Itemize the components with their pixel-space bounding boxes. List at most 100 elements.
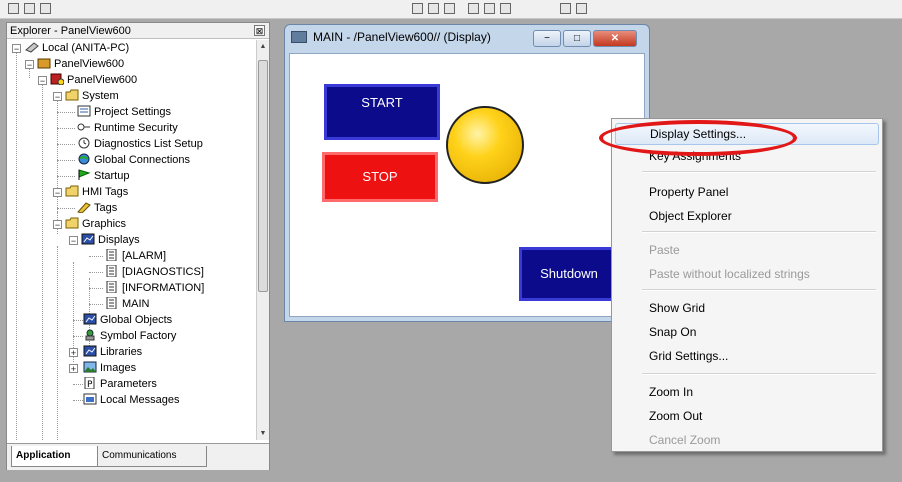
- scroll-up-arrow-icon[interactable]: ▲: [257, 40, 269, 53]
- menu-separator: [642, 289, 876, 291]
- expander-graphics[interactable]: −: [53, 220, 62, 230]
- scroll-down-arrow-icon[interactable]: ▼: [257, 427, 269, 440]
- tree-item-images[interactable]: Images: [83, 360, 136, 376]
- tree-item-global-objects[interactable]: Global Objects: [83, 312, 172, 328]
- toolbar-save-icon[interactable]: [40, 3, 51, 14]
- svg-text:P: P: [87, 380, 93, 389]
- tree-item-local-messages[interactable]: Local Messages: [83, 392, 180, 408]
- tree-item-label: PanelView600: [54, 58, 125, 70]
- parameters-icon: P: [83, 376, 97, 390]
- tree-item-label: Libraries: [100, 346, 143, 358]
- tree-item-parameters[interactable]: P Parameters: [83, 376, 157, 392]
- toolbar-copy-icon[interactable]: [428, 3, 439, 14]
- toolbar-test-icon[interactable]: [560, 3, 571, 14]
- tree-item-system[interactable]: System: [65, 88, 119, 104]
- minimize-button[interactable]: −: [533, 30, 561, 47]
- tree-item-tags[interactable]: Tags: [77, 200, 117, 216]
- expander-hmi-tags[interactable]: −: [53, 188, 62, 198]
- folder-icon: [65, 217, 79, 229]
- tree-item-startup[interactable]: Startup: [77, 168, 129, 184]
- tree-item-diagnostics[interactable]: [DIAGNOSTICS]: [105, 264, 204, 280]
- tree-item-label: System: [82, 90, 119, 102]
- expander-project[interactable]: −: [25, 60, 34, 70]
- tree-item-displays[interactable]: Displays: [81, 232, 140, 248]
- maximize-button[interactable]: □: [563, 30, 591, 47]
- tree-item-symbol-factory[interactable]: Symbol Factory: [83, 328, 176, 344]
- toolbar-zoom-icon[interactable]: [500, 3, 511, 14]
- tree-item-diagnostics-list-setup[interactable]: Diagnostics List Setup: [77, 136, 203, 152]
- tree-item-project-settings[interactable]: Project Settings: [77, 104, 171, 120]
- tree-item-label: Images: [100, 362, 137, 374]
- tree-item-label: [DIAGNOSTICS]: [122, 266, 204, 278]
- tree-item-label: HMI Tags: [82, 186, 129, 198]
- indicator-lamp[interactable]: [446, 106, 524, 184]
- toolbar-open-icon[interactable]: [24, 3, 35, 14]
- tree-item-label: Symbol Factory: [100, 330, 177, 342]
- explorer-close-icon[interactable]: ⊠: [254, 25, 265, 36]
- toolbar-paste-icon[interactable]: [444, 3, 455, 14]
- context-menu: Display Settings... Key Assignments Prop…: [611, 118, 883, 452]
- expander-local[interactable]: −: [12, 44, 21, 54]
- flag-icon: [77, 169, 91, 181]
- scroll-thumb[interactable]: [258, 60, 268, 292]
- tree-item-label: Parameters: [100, 378, 157, 390]
- display-window: MAIN - /PanelView600// (Display) − □ ✕ S…: [284, 24, 650, 322]
- tree-item-terminal[interactable]: PanelView600: [50, 72, 137, 88]
- tree-item-local[interactable]: Local (ANITA-PC): [25, 40, 129, 56]
- tree-item-project[interactable]: PanelView600: [37, 56, 124, 72]
- explorer-title-text: Explorer - PanelView600: [10, 25, 131, 37]
- tree-item-label: Displays: [98, 234, 140, 246]
- tree-item-label: Tags: [94, 202, 118, 214]
- tree-item-alarm[interactable]: [ALARM]: [105, 248, 166, 264]
- toolbar-run-icon[interactable]: [576, 3, 587, 14]
- toolbar-align-icon[interactable]: [468, 3, 479, 14]
- toolbar: [0, 0, 902, 19]
- tab-communications[interactable]: Communications: [97, 446, 207, 467]
- project-icon: [37, 57, 51, 69]
- expander-images[interactable]: +: [69, 364, 78, 374]
- menu-item-object-explorer[interactable]: Object Explorer: [615, 205, 879, 227]
- document-icon: [105, 248, 119, 262]
- tree-item-label: Global Objects: [100, 314, 173, 326]
- shutdown-button[interactable]: Shutdown: [519, 247, 619, 301]
- clock-icon: [77, 137, 91, 149]
- expander-system[interactable]: −: [53, 92, 62, 102]
- tree-item-runtime-security[interactable]: Runtime Security: [77, 120, 178, 136]
- toolbar-cut-icon[interactable]: [412, 3, 423, 14]
- expander-displays[interactable]: −: [69, 236, 78, 246]
- menu-item-cancel-zoom: Cancel Zoom: [649, 433, 721, 447]
- tree-item-main[interactable]: MAIN: [105, 296, 150, 312]
- tree-item-label: Project Settings: [94, 106, 172, 118]
- start-button-label: START: [361, 95, 403, 110]
- menu-item-zoom-out[interactable]: Zoom Out: [615, 405, 879, 427]
- toolbar-new-icon[interactable]: [8, 3, 19, 14]
- stop-button[interactable]: STOP: [322, 152, 438, 202]
- tree-item-graphics[interactable]: Graphics: [65, 216, 126, 232]
- tree-item-libraries[interactable]: Libraries: [83, 344, 142, 360]
- menu-item-grid-settings[interactable]: Grid Settings...: [615, 345, 879, 367]
- tree-item-information[interactable]: [INFORMATION]: [105, 280, 204, 296]
- messages-icon: [83, 393, 97, 405]
- tree-item-label: Graphics: [82, 218, 127, 230]
- tree-item-global-connections[interactable]: Global Connections: [77, 152, 190, 168]
- start-button[interactable]: START: [324, 84, 440, 140]
- menu-item-show-grid[interactable]: Show Grid: [615, 297, 879, 319]
- explorer-scrollbar[interactable]: ▲ ▼: [256, 40, 269, 440]
- menu-item-zoom-in[interactable]: Zoom In: [615, 381, 879, 403]
- menu-item-snap-on[interactable]: Snap On: [615, 321, 879, 343]
- toolbar-grid-icon[interactable]: [484, 3, 495, 14]
- tree-item-label: Diagnostics List Setup: [94, 138, 203, 150]
- explorer-tabs: Application Communications: [7, 443, 269, 470]
- expander-libraries[interactable]: +: [69, 348, 78, 358]
- close-button[interactable]: ✕: [593, 30, 637, 47]
- expander-terminal[interactable]: −: [38, 76, 47, 86]
- tree-item-hmi-tags[interactable]: HMI Tags: [65, 184, 128, 200]
- global-objects-icon: [83, 313, 97, 325]
- menu-separator: [642, 231, 876, 233]
- highlight-oval: [599, 120, 797, 156]
- tab-application[interactable]: Application: [11, 446, 103, 467]
- menu-item-property-panel[interactable]: Property Panel: [615, 181, 879, 203]
- menu-item-paste-without-localized: Paste without localized strings: [649, 267, 810, 281]
- images-icon: [83, 361, 97, 373]
- display-canvas[interactable]: START STOP Shutdown: [289, 53, 645, 317]
